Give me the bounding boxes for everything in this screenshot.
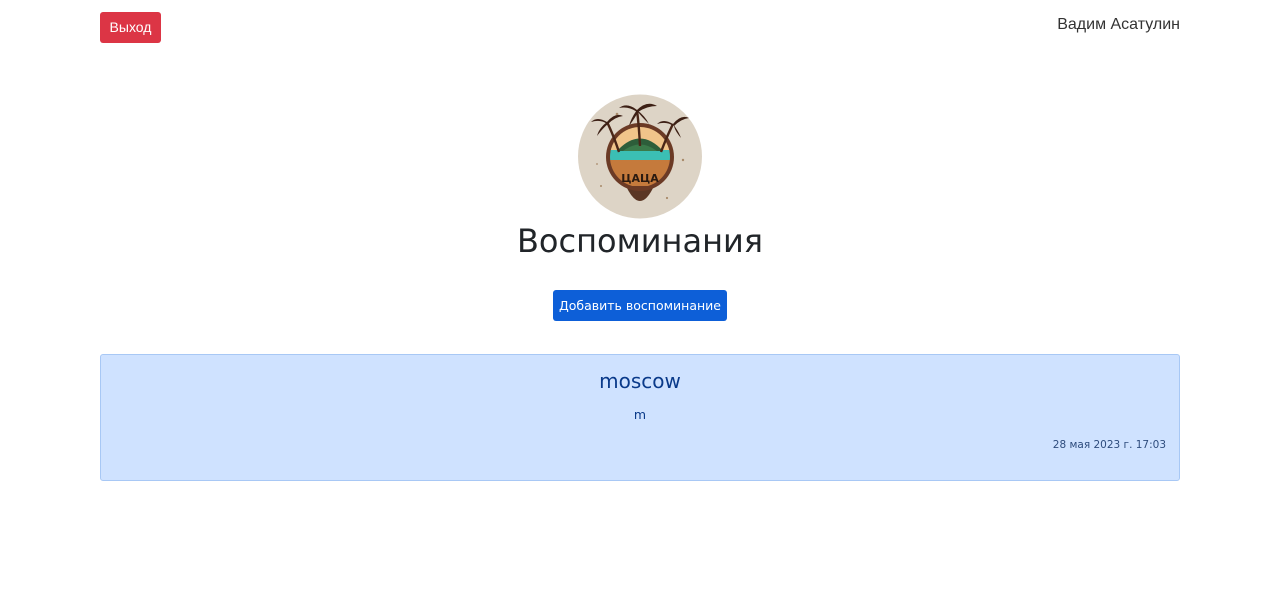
- memory-card[interactable]: moscow m 28 мая 2023 г. 17:03: [100, 354, 1180, 481]
- page-title: Воспоминания: [516, 222, 764, 260]
- memory-date: 28 мая 2023 г. 17:03: [1052, 439, 1166, 451]
- logo-lettering: ЦАЦА: [621, 172, 659, 185]
- memory-title: moscow: [599, 369, 681, 393]
- user-name: Вадим Асатулин: [1057, 16, 1180, 33]
- tropical-island-logo-icon: ЦАЦА: [578, 94, 702, 219]
- memory-text: m: [633, 407, 647, 422]
- logout-button[interactable]: Выход: [100, 12, 161, 43]
- add-memory-button[interactable]: Добавить воспоминание: [553, 290, 727, 321]
